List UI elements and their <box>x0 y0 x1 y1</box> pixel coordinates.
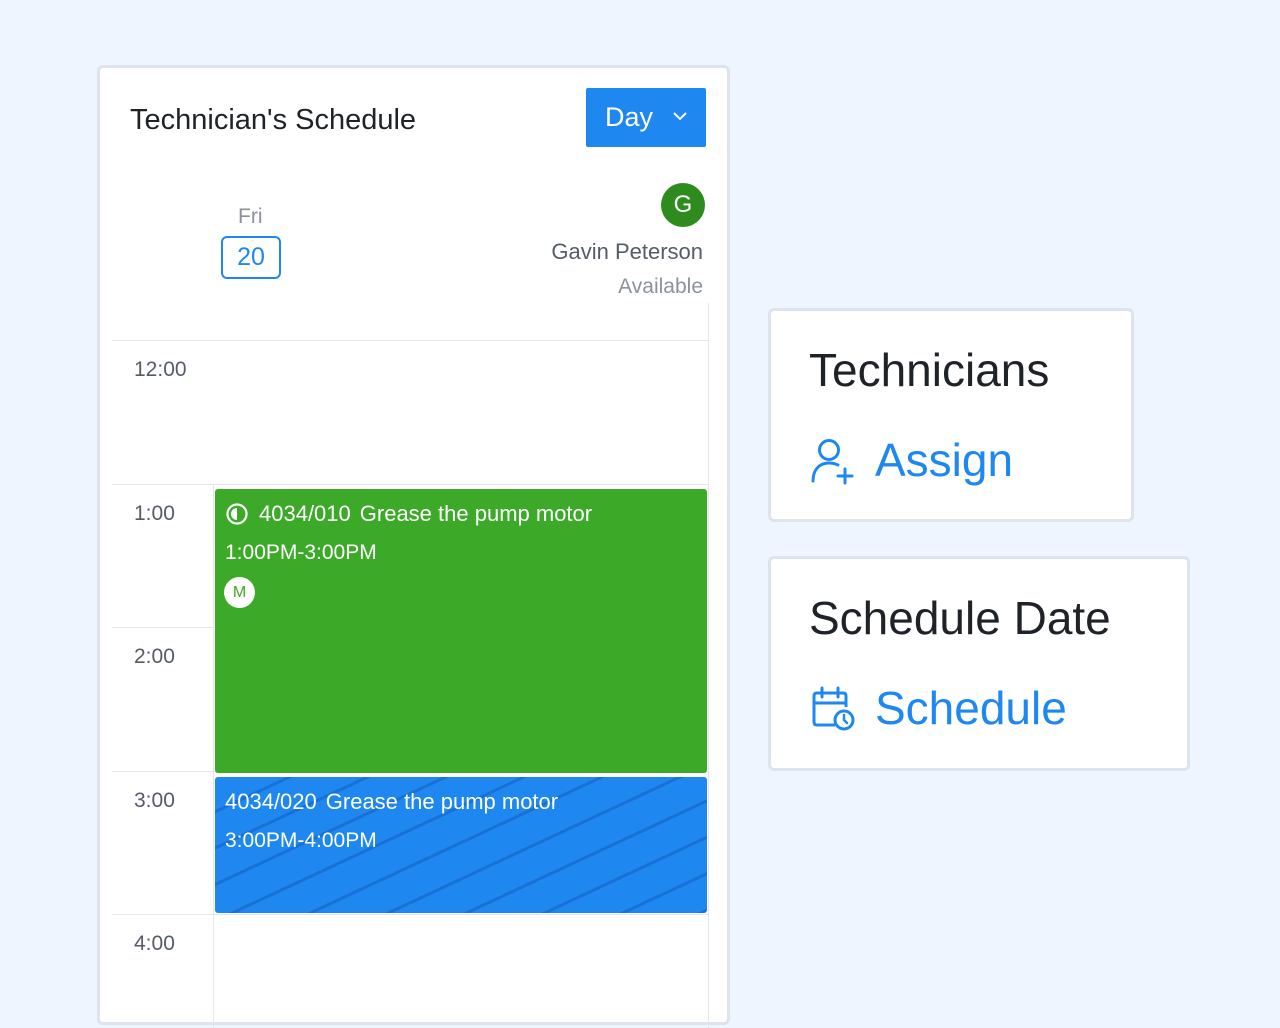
grid-time-gutter-border <box>213 485 214 1028</box>
event-time: 3:00PM-4:00PM <box>225 829 377 852</box>
assign-button[interactable]: Assign <box>809 433 1013 487</box>
grid-right-border <box>708 303 709 1028</box>
schedule-button[interactable]: Schedule <box>809 681 1067 735</box>
panel-title: Technician's Schedule <box>130 104 417 136</box>
day-number[interactable]: 20 <box>221 236 281 279</box>
half-circle-icon <box>226 503 248 525</box>
day-name: Fri <box>238 205 263 228</box>
event-code: 4034/020 <box>225 789 317 814</box>
technician-status: Available <box>618 275 703 298</box>
user-plus-icon <box>811 439 854 485</box>
grid-line <box>112 484 709 485</box>
calendar-clock-icon <box>812 686 855 731</box>
event-card[interactable]: 4034/020 Grease the pump motor 3:00PM-4:… <box>215 777 707 913</box>
event-card[interactable]: 4034/010 Grease the pump motor 1:00PM-3:… <box>215 489 707 773</box>
technicians-card: Technicians Assign <box>768 308 1134 522</box>
time-label: 4:00 <box>134 932 175 955</box>
view-dropdown[interactable]: Day <box>586 88 706 147</box>
event-code: 4034/010 <box>259 501 351 526</box>
schedule-date-card: Schedule Date Schedule <box>768 556 1190 771</box>
technicians-title: Technicians <box>809 344 1050 396</box>
event-name: Grease the pump motor <box>325 789 559 814</box>
event-title: 4034/010 Grease the pump motor <box>225 501 592 527</box>
schedule-label: Schedule <box>875 682 1067 734</box>
chevron-down-icon <box>673 112 687 121</box>
technician-name: Gavin Peterson <box>551 239 703 264</box>
assignee-badge[interactable]: M <box>224 577 255 608</box>
event-time: 1:00PM-3:00PM <box>225 541 377 564</box>
view-dropdown-label: Day <box>605 102 654 132</box>
time-label: 3:00 <box>134 789 175 812</box>
event-name: Grease the pump motor <box>359 501 593 526</box>
avatar[interactable]: G <box>661 183 705 227</box>
assign-label: Assign <box>875 434 1014 486</box>
time-label: 2:00 <box>134 645 175 668</box>
grid-line <box>112 340 709 341</box>
schedule-date-title: Schedule Date <box>809 592 1111 644</box>
grid-line <box>112 627 214 628</box>
time-label: 1:00 <box>134 502 175 525</box>
grid-line <box>112 914 709 915</box>
time-label: 12:00 <box>134 358 187 381</box>
event-title: 4034/020 Grease the pump motor <box>225 789 558 815</box>
schedule-panel: Technician's Schedule Day Fri 20 G Gavin… <box>97 65 730 1028</box>
